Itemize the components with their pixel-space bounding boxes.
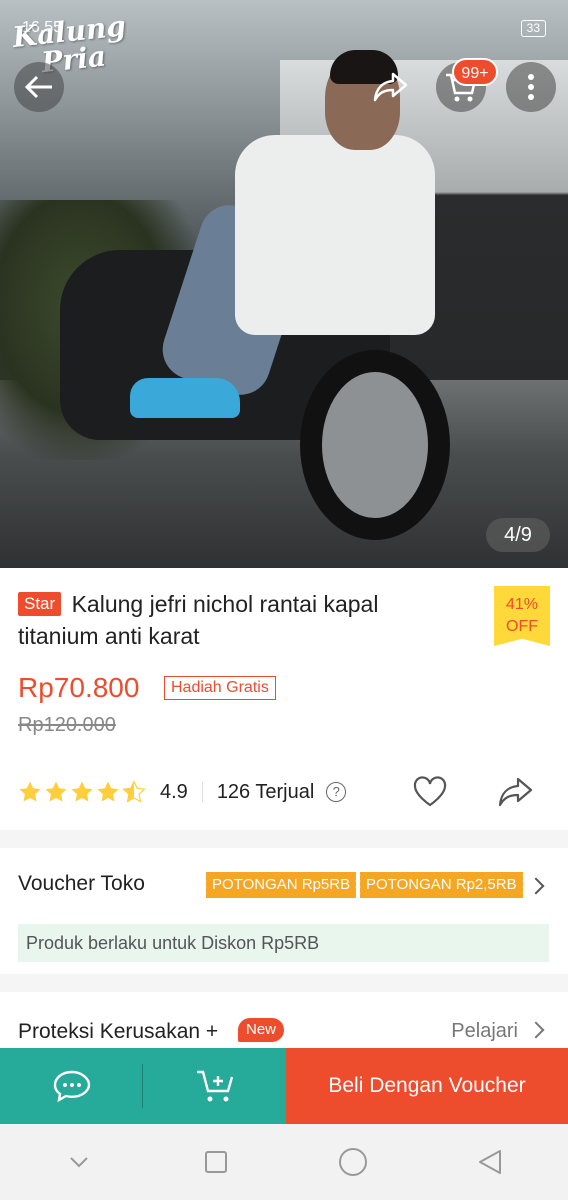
product-info-section: Star Kalung jefri nichol rantai kapal ti…: [0, 568, 568, 830]
share-button-top[interactable]: [366, 62, 416, 112]
product-title: Kalung jefri nichol rantai kapal titaniu…: [18, 591, 379, 649]
more-vertical-icon: [528, 74, 534, 100]
battery-indicator: 33: [520, 19, 546, 37]
system-nav-bar: [0, 1124, 568, 1200]
price: Rp70.800: [18, 672, 140, 703]
discount-badge: 41% OFF: [494, 586, 550, 646]
buy-with-voucher-button[interactable]: Beli Dengan Voucher: [286, 1048, 568, 1124]
cart-plus-icon: [196, 1070, 233, 1102]
star-full-icon: [71, 781, 93, 802]
product-title-row: Star Kalung jefri nichol rantai kapal ti…: [18, 588, 418, 652]
chevron-right-icon[interactable]: [527, 1021, 545, 1039]
nav-down-button[interactable]: [59, 1142, 99, 1182]
voucher-note: Produk berlaku untuk Diskon Rp5RB: [18, 924, 549, 962]
product-image-gallery[interactable]: 16.55 33 Kalung Pria 99+ 4/9: [0, 0, 568, 568]
nav-home-button[interactable]: [333, 1142, 373, 1182]
shop-voucher-section[interactable]: Voucher Toko POTONGAN Rp5RB POTONGAN Rp2…: [0, 848, 568, 974]
question-icon[interactable]: ?: [326, 782, 347, 802]
chat-button[interactable]: [0, 1048, 143, 1124]
original-price: Rp120.000: [18, 714, 116, 736]
star-full-icon: [19, 781, 41, 802]
square-icon: [204, 1151, 227, 1173]
triangle-back-icon: [478, 1150, 501, 1174]
rating-stars: [18, 780, 146, 804]
back-button[interactable]: [14, 62, 64, 112]
share-icon[interactable]: [496, 774, 534, 810]
voucher-title: Voucher Toko: [18, 872, 145, 895]
chevron-down-icon: [69, 1157, 88, 1168]
add-to-cart-button[interactable]: [143, 1048, 286, 1124]
image-counter: 4/9: [486, 518, 550, 552]
voucher-chip[interactable]: POTONGAN Rp5RB: [203, 872, 357, 898]
star-seller-tag: Star: [18, 592, 62, 616]
sold-count: 126 Terjual: [216, 780, 315, 803]
circle-icon: [338, 1148, 367, 1176]
share-icon: [373, 72, 408, 102]
learn-more-link[interactable]: Pelajari: [451, 1020, 518, 1043]
cart-count-badge: 99+: [452, 58, 498, 86]
star-full-icon: [45, 781, 67, 802]
chevron-right-icon[interactable]: [527, 877, 545, 895]
protection-title: Proteksi Kerusakan +: [18, 1020, 219, 1043]
divider: [201, 782, 203, 802]
free-gift-tag[interactable]: Hadiah Gratis: [164, 676, 276, 700]
more-options-button[interactable]: [506, 62, 556, 112]
arrow-left-icon: [24, 75, 52, 99]
product-page: 16.55 33 Kalung Pria 99+ 4/9 Star Kalung…: [0, 0, 568, 1200]
voucher-chip[interactable]: POTONGAN Rp2,5RB: [358, 872, 523, 898]
heart-icon[interactable]: [412, 774, 448, 810]
nav-recents-button[interactable]: [196, 1142, 236, 1182]
chat-icon: [53, 1070, 90, 1103]
star-half-icon: [122, 780, 146, 803]
rating-value: 4.9: [160, 780, 188, 803]
nav-back-button[interactable]: [470, 1142, 510, 1182]
rating-row: 4.9 126 Terjual ?: [18, 774, 550, 810]
star-full-icon: [97, 781, 119, 802]
bottom-action-bar: Beli Dengan Voucher: [0, 1048, 568, 1124]
new-badge: New: [238, 1018, 285, 1042]
